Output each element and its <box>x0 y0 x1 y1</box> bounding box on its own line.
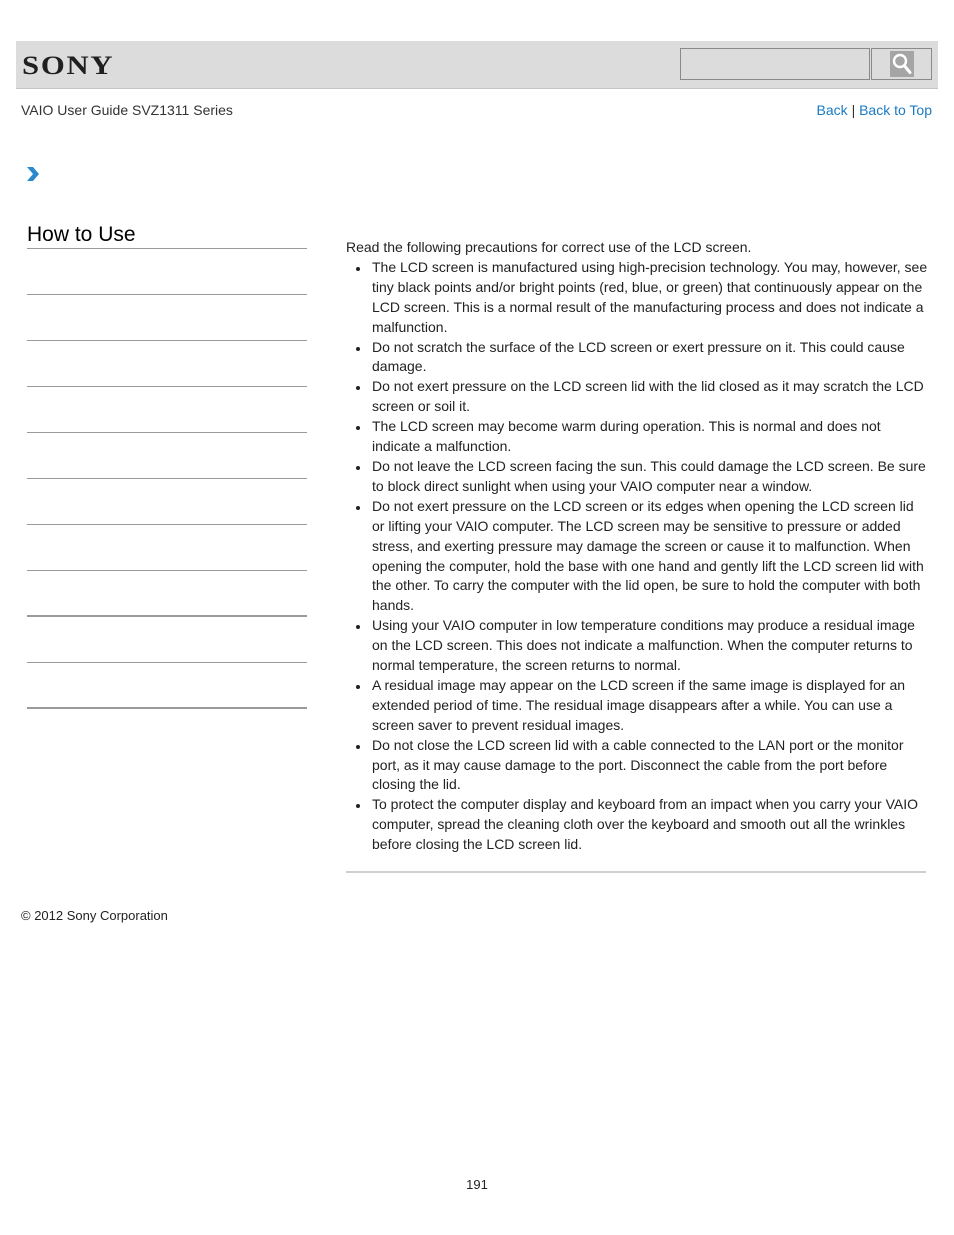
sidebar-item[interactable] <box>27 295 307 341</box>
top-links: Back | Back to Top <box>817 102 932 118</box>
sidebar-item[interactable] <box>27 663 307 709</box>
sidebar-item[interactable] <box>27 571 307 617</box>
search-button[interactable] <box>871 48 932 80</box>
sidebar-heading: How to Use <box>27 222 307 249</box>
guide-title: VAIO User Guide SVZ1311 Series <box>21 102 233 118</box>
content-divider <box>346 871 926 873</box>
list-item: Do not exert pressure on the LCD screen … <box>356 497 928 616</box>
sidebar-item[interactable] <box>27 249 307 295</box>
chevron-right-icon <box>26 167 40 186</box>
list-item: Do not leave the LCD screen facing the s… <box>356 457 928 497</box>
page-number: 191 <box>466 1177 488 1192</box>
list-item: The LCD screen is manufactured using hig… <box>356 258 928 338</box>
sidebar-item[interactable] <box>27 617 307 663</box>
link-separator: | <box>851 102 856 118</box>
main-content: Read the following precautions for corre… <box>346 238 928 855</box>
list-item: Do not close the LCD screen lid with a c… <box>356 736 928 796</box>
sidebar-item[interactable] <box>27 341 307 387</box>
list-item: To protect the computer display and keyb… <box>356 795 928 855</box>
sidebar-item[interactable] <box>27 433 307 479</box>
intro-text: Read the following precautions for corre… <box>346 239 752 255</box>
sidebar: How to Use <box>27 222 307 709</box>
sony-logo[interactable]: SONY <box>22 51 114 81</box>
breadcrumb[interactable] <box>26 166 40 187</box>
sidebar-item[interactable] <box>27 479 307 525</box>
list-item: The LCD screen may become warm during op… <box>356 417 928 457</box>
search-icon <box>889 51 914 77</box>
back-link[interactable]: Back <box>817 102 848 118</box>
sidebar-item[interactable] <box>27 387 307 433</box>
list-item: A residual image may appear on the LCD s… <box>356 676 928 736</box>
list-item: Do not scratch the surface of the LCD sc… <box>356 338 928 378</box>
copyright: © 2012 Sony Corporation <box>21 908 168 923</box>
header-bar: SONY <box>16 41 938 89</box>
sidebar-item[interactable] <box>27 525 307 571</box>
list-item: Do not exert pressure on the LCD screen … <box>356 377 928 417</box>
back-to-top-link[interactable]: Back to Top <box>859 102 932 118</box>
list-item: Using your VAIO computer in low temperat… <box>356 616 928 676</box>
search-input[interactable] <box>680 48 870 80</box>
precautions-list: The LCD screen is manufactured using hig… <box>346 258 928 855</box>
